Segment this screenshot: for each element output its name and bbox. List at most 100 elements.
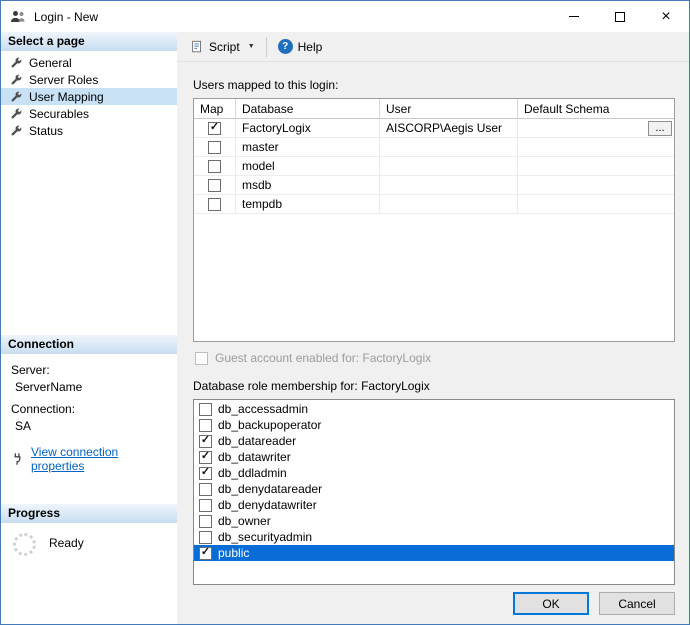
role-checkbox[interactable] xyxy=(199,403,212,416)
map-checkbox[interactable] xyxy=(208,122,221,135)
help-label: Help xyxy=(298,40,323,54)
role-checkbox[interactable] xyxy=(199,451,212,464)
progress-section: Ready xyxy=(1,523,177,624)
sidebar-page-item[interactable]: Server Roles xyxy=(1,71,177,88)
default-schema-cell[interactable]: ... xyxy=(518,176,674,195)
page-wrench-icon xyxy=(10,107,23,120)
role-row[interactable]: db_owner xyxy=(194,513,674,529)
default-schema-cell[interactable]: ... xyxy=(518,119,674,138)
role-checkbox[interactable] xyxy=(199,419,212,432)
role-label: db_datareader xyxy=(218,434,296,448)
role-label: db_ddladmin xyxy=(218,466,287,480)
role-row[interactable]: db_securityadmin xyxy=(194,529,674,545)
role-checkbox[interactable] xyxy=(199,547,212,560)
sidebar-page-item[interactable]: Securables xyxy=(1,105,177,122)
role-checkbox[interactable] xyxy=(199,435,212,448)
cancel-button[interactable]: Cancel xyxy=(599,592,675,615)
minimize-icon xyxy=(569,16,579,17)
table-header: Map Database User Default Schema xyxy=(194,99,674,119)
user-cell[interactable] xyxy=(380,195,518,214)
connection-section: Server: ServerName Connection: SA View c… xyxy=(1,354,177,504)
role-checkbox[interactable] xyxy=(199,515,212,528)
default-schema-cell[interactable]: ... xyxy=(518,157,674,176)
map-cell xyxy=(194,176,236,195)
server-value: ServerName xyxy=(15,380,171,394)
help-button[interactable]: ? Help xyxy=(272,36,329,57)
role-row[interactable]: db_ddladmin xyxy=(194,465,674,481)
role-checkbox[interactable] xyxy=(199,483,212,496)
database-cell[interactable]: master xyxy=(236,138,380,157)
sidebar-page-item[interactable]: General xyxy=(1,54,177,71)
table-row[interactable]: tempdb ... xyxy=(194,195,674,214)
guest-account-checkbox xyxy=(195,352,208,365)
sidebar-page-item[interactable]: Status xyxy=(1,122,177,139)
role-row[interactable]: db_datawriter xyxy=(194,449,674,465)
user-cell[interactable]: AISCORP\Aegis User xyxy=(380,119,518,138)
role-checkbox[interactable] xyxy=(199,467,212,480)
dialog-buttons: OK Cancel xyxy=(193,592,675,615)
ok-button[interactable]: OK xyxy=(513,592,589,615)
table-row[interactable]: msdb ... xyxy=(194,176,674,195)
role-checkbox[interactable] xyxy=(199,499,212,512)
map-checkbox[interactable] xyxy=(208,160,221,173)
role-label: db_securityadmin xyxy=(218,530,312,544)
script-dropdown-arrow[interactable]: ▼ xyxy=(248,43,255,50)
database-cell[interactable]: model xyxy=(236,157,380,176)
role-row[interactable]: db_accessadmin xyxy=(194,401,674,417)
user-cell[interactable] xyxy=(380,176,518,195)
table-row[interactable]: master ... xyxy=(194,138,674,157)
page-wrench-icon xyxy=(10,90,23,103)
view-connection-properties-link[interactable]: View connection properties xyxy=(31,445,171,473)
toolbar-separator xyxy=(266,37,267,57)
page-label: User Mapping xyxy=(29,90,104,104)
maximize-icon xyxy=(615,12,625,22)
help-icon: ? xyxy=(278,39,293,54)
page-label: Status xyxy=(29,124,63,138)
user-cell[interactable] xyxy=(380,157,518,176)
role-row[interactable]: db_denydatawriter xyxy=(194,497,674,513)
role-label: db_denydatareader xyxy=(218,482,322,496)
connection-value: SA xyxy=(15,419,171,433)
script-label: Script xyxy=(209,40,240,54)
close-button[interactable]: × xyxy=(643,1,689,32)
role-label: public xyxy=(218,546,249,560)
default-schema-cell[interactable]: ... xyxy=(518,138,674,157)
user-cell[interactable] xyxy=(380,138,518,157)
role-row[interactable]: public xyxy=(194,545,674,561)
role-label: db_denydatawriter xyxy=(218,498,317,512)
progress-status: Ready xyxy=(49,536,84,550)
minimize-button[interactable] xyxy=(551,1,597,32)
map-checkbox[interactable] xyxy=(208,179,221,192)
sidebar-page-item[interactable]: User Mapping xyxy=(1,88,177,105)
browse-button[interactable]: ... xyxy=(648,121,672,136)
page-list: General Server Roles xyxy=(1,51,177,335)
role-membership-label: Database role membership for: FactoryLog… xyxy=(193,379,675,393)
table-row[interactable]: model ... xyxy=(194,157,674,176)
database-cell[interactable]: msdb xyxy=(236,176,380,195)
guest-account-label: Guest account enabled for: FactoryLogix xyxy=(215,351,431,365)
progress-header: Progress xyxy=(1,504,177,523)
database-cell[interactable]: tempdb xyxy=(236,195,380,214)
role-checkbox[interactable] xyxy=(199,531,212,544)
role-label: db_datawriter xyxy=(218,450,291,464)
table-row[interactable]: FactoryLogix AISCORP\Aegis User ... xyxy=(194,119,674,138)
role-row[interactable]: db_denydatareader xyxy=(194,481,674,497)
server-label: Server: xyxy=(11,363,171,377)
connection-properties-row: View connection properties xyxy=(11,445,171,473)
page-wrench-icon xyxy=(10,56,23,69)
column-header-map: Map xyxy=(194,99,236,119)
maximize-button[interactable] xyxy=(597,1,643,32)
default-schema-cell[interactable]: ... xyxy=(518,195,674,214)
user-mapping-page: Users mapped to this login: Map Database… xyxy=(177,62,689,624)
map-checkbox[interactable] xyxy=(208,141,221,154)
role-membership-list: db_accessadmin db_backupoperator db_data… xyxy=(193,399,675,585)
script-icon xyxy=(190,40,204,54)
login-window-icon xyxy=(10,9,26,25)
script-button[interactable]: Script ▼ xyxy=(184,37,261,57)
map-cell xyxy=(194,138,236,157)
role-row[interactable]: db_backupoperator xyxy=(194,417,674,433)
map-checkbox[interactable] xyxy=(208,198,221,211)
spinner-ring-icon xyxy=(13,533,36,556)
database-cell[interactable]: FactoryLogix xyxy=(236,119,380,138)
role-row[interactable]: db_datareader xyxy=(194,433,674,449)
